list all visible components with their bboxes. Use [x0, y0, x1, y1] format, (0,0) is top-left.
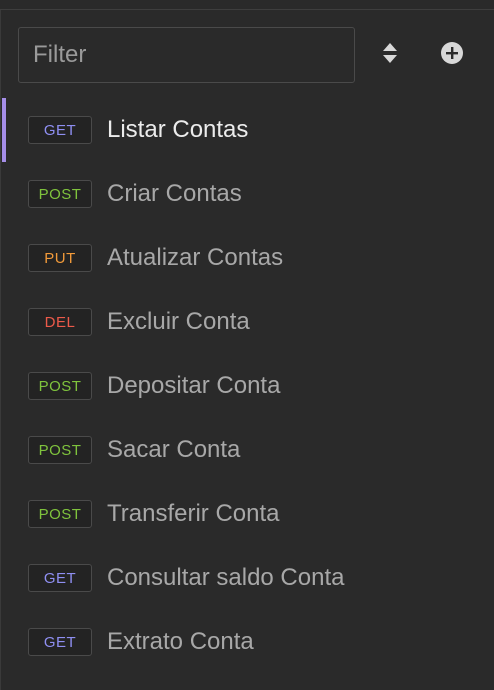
request-item[interactable]: DEL Excluir Conta [0, 290, 494, 354]
request-name: Consultar saldo Conta [107, 564, 345, 591]
request-name: Excluir Conta [107, 308, 250, 335]
request-item[interactable]: GET Extrato Conta [0, 610, 494, 674]
method-badge: GET [28, 116, 92, 144]
method-badge: POST [28, 180, 92, 208]
request-name: Extrato Conta [107, 628, 254, 655]
method-badge: DEL [28, 308, 92, 336]
add-circle-icon [440, 41, 464, 70]
request-item[interactable]: GET Listar Contas [0, 98, 494, 162]
request-item[interactable]: POST Sacar Conta [0, 418, 494, 482]
sort-button[interactable] [376, 41, 404, 69]
request-name: Sacar Conta [107, 436, 241, 463]
request-list: GET Listar Contas POST Criar Contas PUT … [0, 98, 494, 674]
method-badge: POST [28, 372, 92, 400]
request-name: Atualizar Contas [107, 244, 284, 271]
request-item[interactable]: POST Transferir Conta [0, 482, 494, 546]
request-item[interactable]: POST Criar Contas [0, 162, 494, 226]
request-item[interactable]: GET Consultar saldo Conta [0, 546, 494, 610]
method-badge: POST [28, 500, 92, 528]
request-item[interactable]: POST Depositar Conta [0, 354, 494, 418]
request-sidebar: GET Listar Contas POST Criar Contas PUT … [0, 0, 494, 690]
request-name: Criar Contas [107, 180, 242, 207]
method-badge: PUT [28, 244, 92, 272]
request-name: Depositar Conta [107, 372, 281, 399]
request-item[interactable]: PUT Atualizar Contas [0, 226, 494, 290]
method-badge: POST [28, 436, 92, 464]
add-request-button[interactable] [438, 41, 466, 69]
filter-input[interactable] [18, 27, 355, 83]
filter-row [0, 27, 494, 83]
request-name: Listar Contas [107, 116, 249, 143]
sort-icon [382, 42, 398, 69]
request-name: Transferir Conta [107, 500, 280, 527]
method-badge: GET [28, 564, 92, 592]
method-badge: GET [28, 628, 92, 656]
sidebar-top-divider [0, 0, 494, 10]
